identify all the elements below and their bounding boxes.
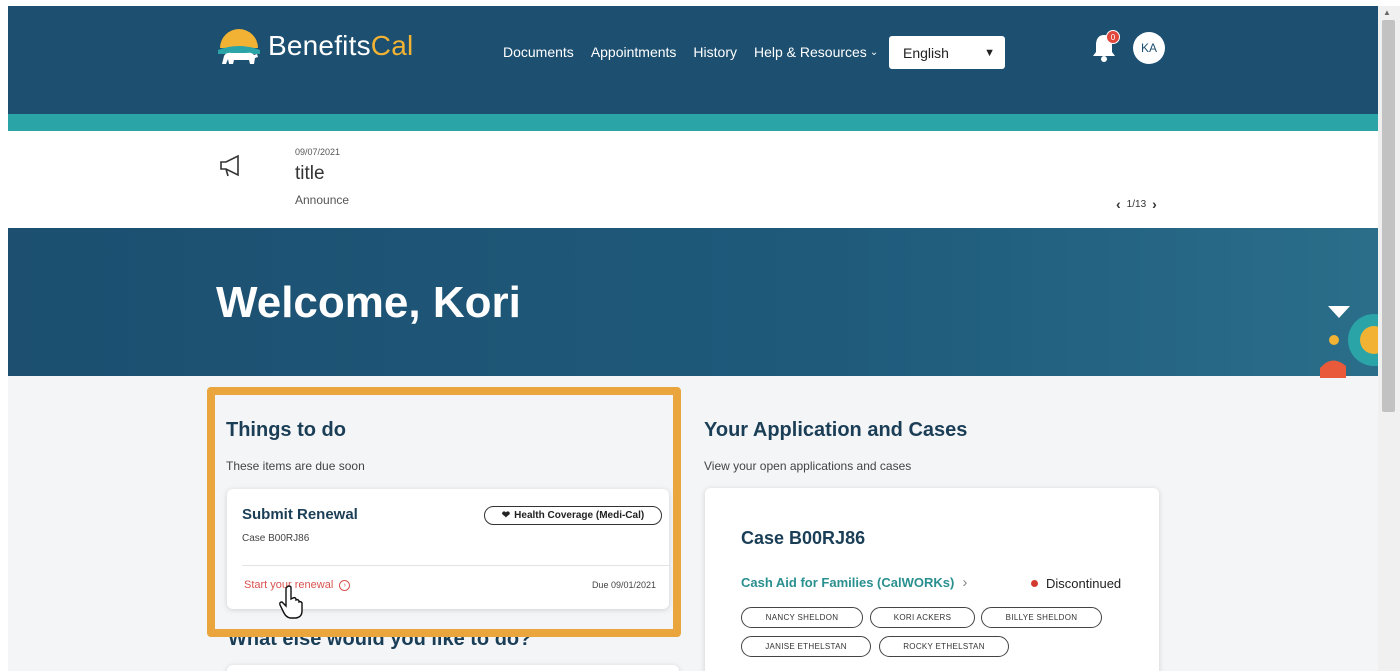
health-coverage-pill: ❤ Health Coverage (Medi-Cal) [484,506,662,525]
nav-documents[interactable]: Documents [503,44,574,60]
person-chip: NANCY SHELDON [741,607,863,628]
hand-pointer-cursor-icon [279,585,303,619]
caret-down-icon: ▼ [984,46,995,59]
person-chip: ROCKY ETHELSTAN [879,636,1009,657]
header-accent-band [8,114,1378,131]
todo-card-title: Submit Renewal [242,506,358,523]
scroll-up-arrow-icon[interactable]: ▲ [1383,8,1391,17]
notification-count-badge: 0 [1106,30,1120,44]
nav-help-label: Help & Resources [753,44,867,60]
welcome-title: Welcome, Kori [216,278,521,327]
announcement-pager: ‹ 1/13 › [1116,196,1157,212]
chevron-down-icon: ⌄ [869,46,879,58]
applications-cases-title: Your Application and Cases [704,419,968,441]
language-value: English [903,44,949,61]
heart-icon: ❤ [501,510,511,521]
things-to-do-title: Things to do [226,419,346,441]
logo-wordmark: BenefitsCal [268,30,414,61]
due-date: Due 09/01/2021 [591,580,656,590]
browser-viewport: BenefitsCal Documents Appointments Histo… [8,6,1378,671]
welcome-banner: Welcome, Kori [8,228,1378,378]
nav-history[interactable]: History [693,44,737,60]
person-chip: BILLYE SHELDON [981,607,1102,628]
case-status: Discontinued [1031,576,1121,591]
prev-announcement-chevron-icon[interactable]: ‹ [1116,196,1121,212]
person-chip: KORI ACKERS [870,607,975,628]
scrollbar-thumb[interactable] [1382,20,1395,412]
applications-cases-subtitle: View your open applications and cases [704,459,912,473]
case-card-title: Case B00RJ86 [741,528,866,548]
program-label: Cash Aid for Families (CalWORKs) [741,575,955,590]
announcement-bar: 09/07/2021 title Announce ‹ 1/13 › [8,131,1378,228]
things-to-do-subtitle: These items are due soon [226,459,365,473]
bear-sun-logo-icon [218,29,260,64]
site-header: BenefitsCal Documents Appointments Histo… [8,6,1378,114]
case-status-label: Discontinued [1046,576,1122,591]
chevron-right-icon: › [962,574,968,591]
case-card: Case B00RJ86 Cash Aid for Families (CalW… [705,488,1159,671]
announcement-date: 09/07/2021 [295,147,341,157]
benefitscal-logo[interactable]: BenefitsCal [216,26,413,66]
announcement-title: title [295,163,325,184]
next-announcement-chevron-icon[interactable]: › [1152,196,1157,212]
todo-card-case: Case B00RJ86 [242,533,310,544]
person-chip: JANISE ETHELSTAN [741,636,871,657]
calworks-program-link[interactable]: Cash Aid for Families (CalWORKs) › [741,574,967,591]
status-dot-icon [1031,580,1038,587]
health-coverage-label: Health Coverage (Medi-Cal) [514,510,645,521]
announcement-subtitle: Announce [295,193,350,207]
user-avatar[interactable]: KA [1133,32,1165,64]
todo-card-divider [242,565,669,566]
main-nav: Documents Appointments History Help & Re… [503,44,895,60]
what-else-card [227,665,679,671]
arrow-circle-icon: › [339,579,351,591]
megaphone-icon [220,154,239,177]
language-select[interactable]: English ▼ [889,36,1005,69]
nav-appointments[interactable]: Appointments [591,44,677,60]
nav-help-resources[interactable]: Help & Resources ⌄ [754,44,878,60]
what-else-title: What else would you like to do? [228,628,532,650]
announcement-pager-count: 1/13 [1126,198,1147,210]
decorative-shapes-icon [1320,306,1378,378]
